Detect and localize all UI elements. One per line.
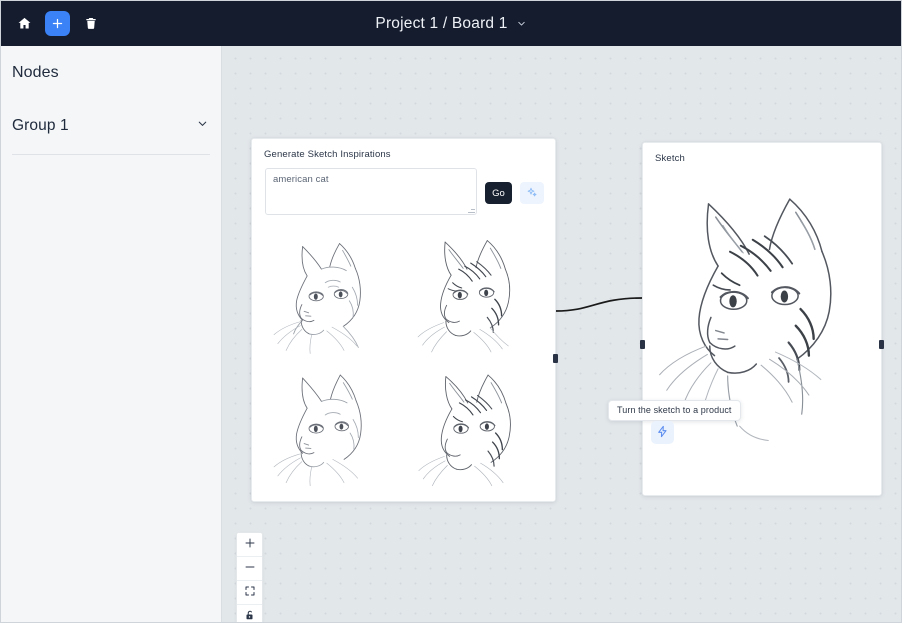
node-sketch[interactable]: Sketch	[640, 142, 884, 496]
prompt-value: american cat	[273, 174, 329, 185]
magic-generate-button[interactable]	[520, 182, 544, 204]
toolbar-actions	[1, 11, 103, 36]
delete-button[interactable]	[79, 12, 103, 36]
node-label: Sketch	[655, 153, 685, 164]
fit-view-icon	[244, 585, 256, 600]
go-button[interactable]: Go	[485, 182, 512, 204]
plus-icon	[51, 17, 64, 30]
node-output-handle[interactable]	[553, 354, 558, 363]
minus-icon	[244, 561, 256, 576]
sidebar-group-group-1[interactable]: Group 1	[1, 108, 221, 144]
lightning-bolt-icon	[656, 425, 669, 441]
sketch-thumbnail[interactable]	[404, 224, 548, 357]
board-title[interactable]: Project 1 / Board 1	[375, 15, 507, 33]
sketch-thumbnail[interactable]	[260, 224, 404, 357]
tooltip: Turn the sketch to a product	[608, 400, 741, 421]
board-title-wrap: Project 1 / Board 1	[1, 1, 901, 46]
sidebar-title: Nodes	[12, 64, 59, 81]
chevron-down-icon[interactable]	[196, 117, 209, 135]
lock-icon	[244, 609, 256, 622]
sketch-thumbnail[interactable]	[404, 357, 548, 490]
zoom-out-button[interactable]	[237, 557, 262, 581]
node-output-handle[interactable]	[879, 340, 884, 349]
home-button[interactable]	[12, 12, 36, 36]
lock-toggle-button[interactable]	[237, 605, 262, 622]
flow-canvas[interactable]: Generate Sketch Inspirations american ca…	[222, 46, 901, 622]
zoom-controls	[237, 533, 262, 622]
add-node-button[interactable]	[45, 11, 70, 36]
sketch-thumbnail[interactable]	[260, 357, 404, 490]
node-label: Generate Sketch Inspirations	[264, 149, 391, 160]
zoom-in-button[interactable]	[237, 533, 262, 557]
top-toolbar: Project 1 / Board 1	[1, 1, 901, 46]
app-window: Project 1 / Board 1 Nodes Group 1 Genera…	[0, 0, 902, 623]
trash-icon	[84, 16, 98, 31]
fit-view-button[interactable]	[237, 581, 262, 605]
sparkle-icon	[526, 186, 538, 201]
prompt-textarea[interactable]: american cat	[265, 168, 477, 215]
plus-icon	[244, 537, 256, 552]
sidebar-divider	[12, 154, 210, 155]
prompt-row: american cat Go	[252, 160, 555, 215]
turn-sketch-to-product-button[interactable]	[651, 421, 674, 444]
node-input-handle[interactable]	[640, 340, 645, 349]
edge-generate-to-sketch	[555, 297, 643, 312]
sketch-image[interactable]	[651, 171, 875, 471]
home-icon	[17, 16, 32, 31]
sidebar-group-label: Group 1	[12, 117, 69, 134]
sidebar: Nodes Group 1	[1, 46, 222, 622]
chevron-down-icon[interactable]	[516, 18, 527, 29]
sketch-results-grid	[260, 224, 548, 490]
node-generate-sketch-inspirations[interactable]: Generate Sketch Inspirations american ca…	[251, 138, 558, 502]
resize-grip-icon[interactable]	[467, 205, 475, 213]
